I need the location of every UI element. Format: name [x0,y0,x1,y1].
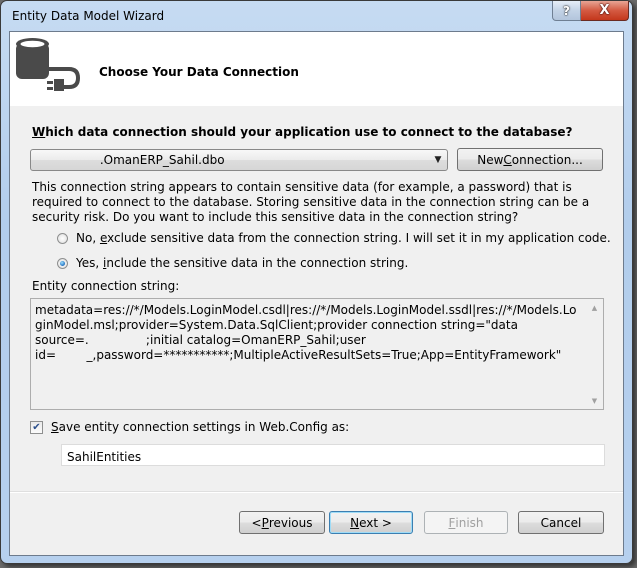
save-settings-checkbox[interactable]: ✔ [30,420,43,434]
wizard-header: Choose Your Data Connection [10,32,623,106]
connection-question-label: Which data connection should your applic… [32,125,573,139]
entity-connection-string-value: metadata=res://*/Models.LoginModel.csdl|… [35,303,577,362]
close-icon: X [599,3,610,18]
new-connection-button[interactable]: New Connection... [457,148,603,171]
database-connection-icon [16,38,80,91]
radio-button[interactable] [57,232,68,244]
label-text: hich data connection should your applica… [45,125,573,139]
vertical-scrollbar[interactable]: ▲ ▼ [587,300,602,408]
footer-divider [10,491,623,493]
entities-name-input[interactable] [61,444,605,466]
finish-button[interactable]: Finish [424,511,508,534]
cancel-button[interactable]: Cancel [518,511,604,534]
label-text: onnection... [511,152,583,167]
radio-label: Yes, include the sensitive data in the c… [76,256,409,270]
accesskey: W [32,125,46,139]
entity-connection-string-field[interactable]: metadata=res://*/Models.LoginModel.csdl|… [30,298,604,410]
help-icon: ? [563,3,570,18]
entity-connection-string-label: Entity connection string: [32,279,180,293]
save-settings-checkbox-row[interactable]: ✔ Save entity connection settings in Web… [30,420,349,434]
radio-button-checked[interactable] [57,257,68,269]
radio-exclude-sensitive[interactable]: No, exclude sensitive data from the conn… [57,231,611,245]
close-button[interactable]: X [581,1,629,21]
save-settings-label: Save entity connection settings in Web.C… [51,420,350,434]
selected-connection: .OmanERP_Sahil.dbo [35,153,225,167]
label-text: New [477,152,504,167]
page-title: Choose Your Data Connection [99,65,299,79]
sensitive-data-warning: This connection string appears to contai… [32,180,590,224]
data-connection-select[interactable]: .OmanERP_Sahil.dbo ▼ [30,149,448,171]
scroll-up-icon[interactable]: ▲ [587,300,602,315]
scroll-down-icon[interactable]: ▼ [587,393,602,408]
next-button[interactable]: Next > [329,511,413,534]
wizard-window: Entity Data Model Wizard ? X Choose Your… [0,0,633,564]
radio-label: No, exclude sensitive data from the conn… [76,231,611,245]
radio-include-sensitive[interactable]: Yes, include the sensitive data in the c… [57,256,408,270]
help-button[interactable]: ? [552,1,581,21]
accesskey: C [503,152,512,167]
caption-buttons: ? X [552,1,629,21]
chevron-down-icon: ▼ [434,155,442,165]
window-title: Entity Data Model Wizard [12,9,165,23]
wizard-client-area: Choose Your Data Connection Which data c… [9,31,624,556]
previous-button[interactable]: < Previous [239,511,325,534]
